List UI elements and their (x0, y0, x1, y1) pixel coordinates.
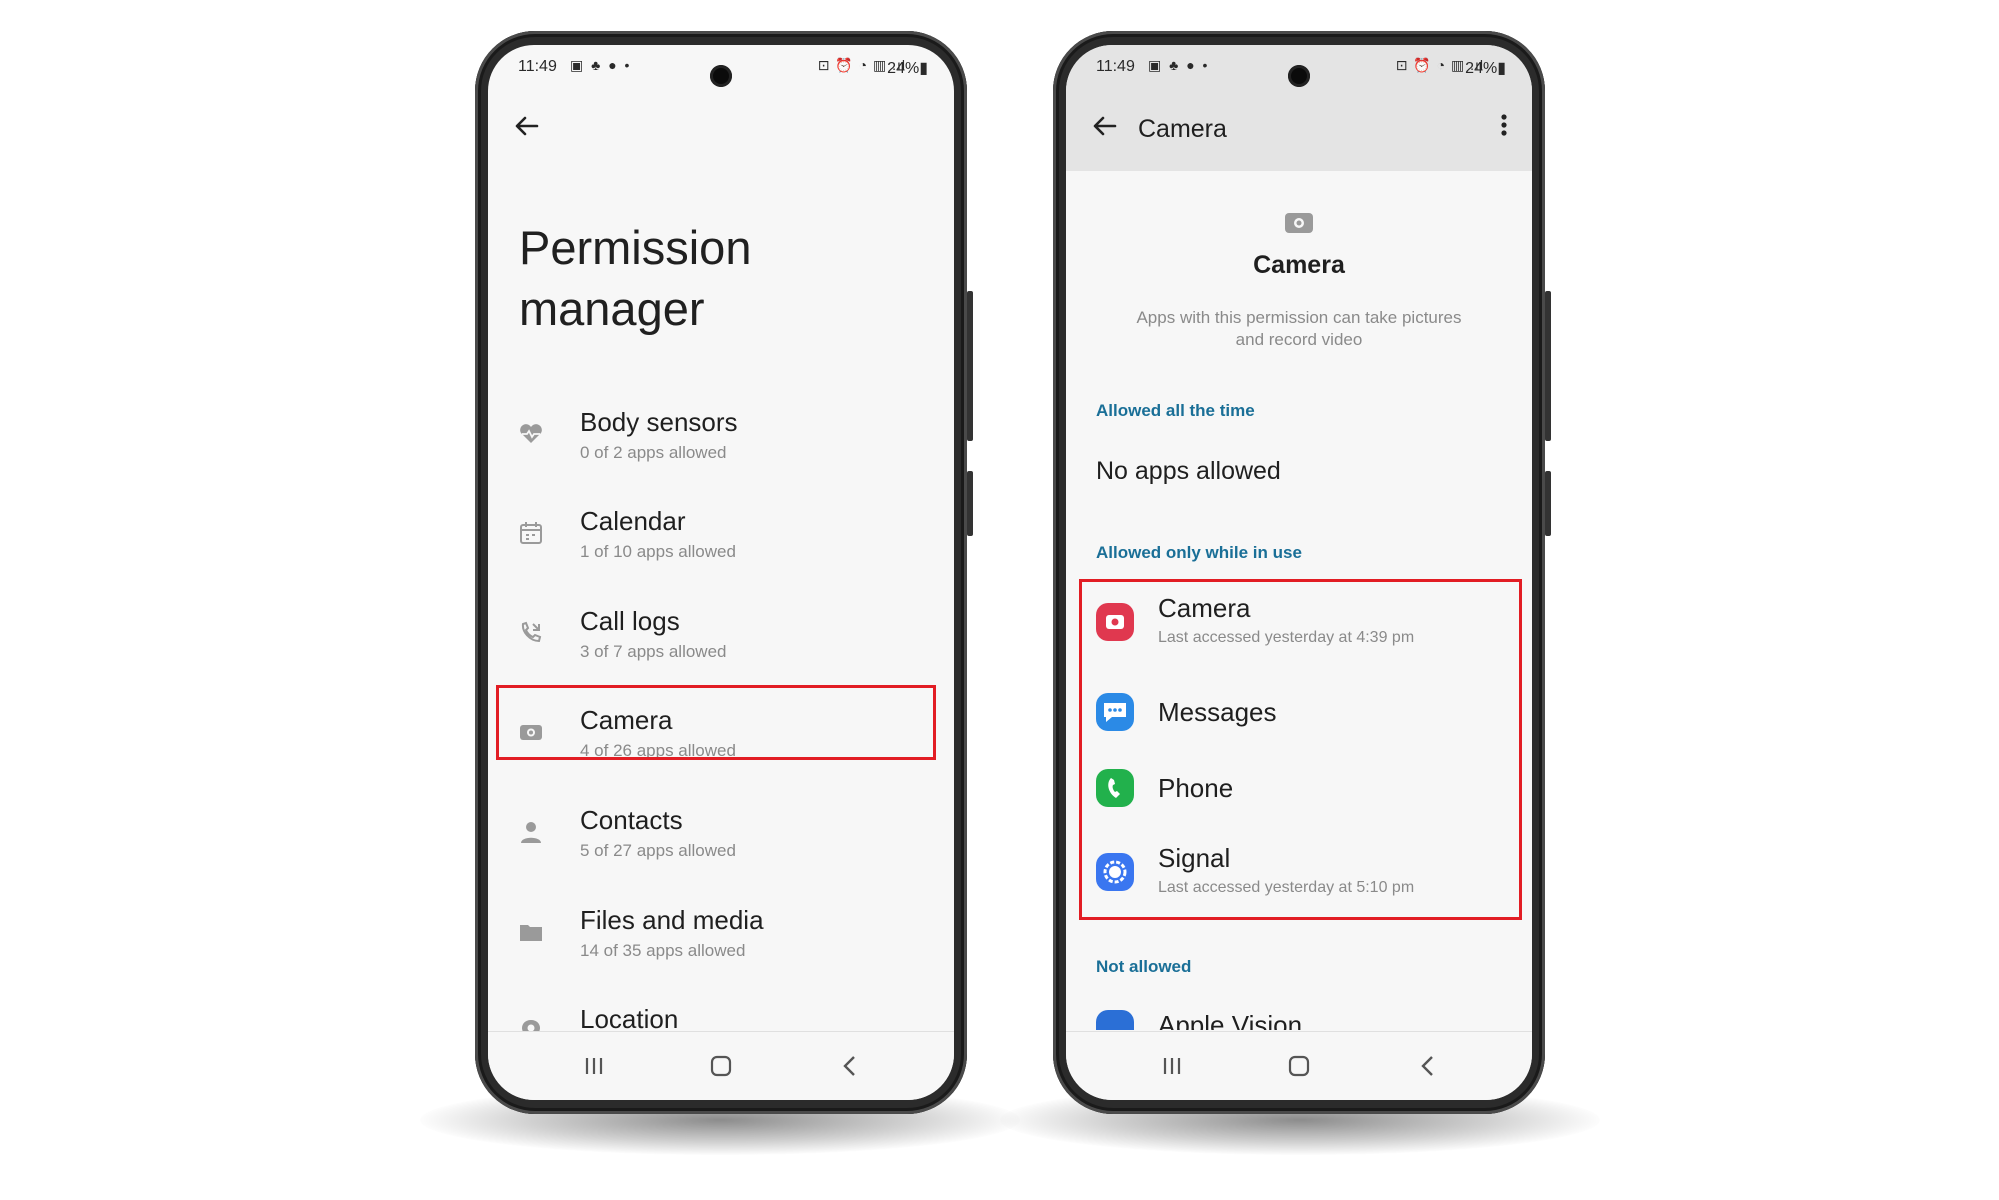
battery-indicator: 24%▮ (1465, 60, 1506, 77)
back-nav-icon[interactable] (1412, 1050, 1444, 1082)
call-log-icon (521, 621, 542, 643)
app-bar (488, 89, 954, 171)
back-arrow-icon[interactable] (512, 111, 542, 141)
permission-item-files-and-media[interactable]: Files and media 14 of 35 apps allowed (488, 899, 954, 977)
permission-count: 3 of 7 apps allowed (580, 642, 727, 661)
status-time: 11:49 (518, 58, 557, 75)
section-allowed-while-in-use: Allowed only while in use (1096, 543, 1302, 562)
left-phone: 11:49 ▣ ♣ ● • ⊡ ⏰ ◔ ▥ .ıl 24%▮ Permissio… (475, 31, 973, 1114)
permission-description: Apps with this permission can take pictu… (1136, 308, 1462, 349)
permission-label: Files and media (580, 905, 764, 935)
permission-item-calendar[interactable]: Calendar 1 of 10 apps allowed (488, 500, 954, 578)
no-apps-allowed-text: No apps allowed (1096, 457, 1281, 485)
section-allowed-all-the-time: Allowed all the time (1096, 401, 1255, 420)
right-screen: 11:49 ▣ ♣ ● • ⊡ ⏰ ◔ ▥ .ıl 24%▮ Camera Ca… (1066, 45, 1532, 1100)
right-phone-power-button (1545, 471, 1551, 536)
status-time: 11:49 (1096, 58, 1135, 75)
app-label: Apple Vision (1158, 1010, 1303, 1030)
notification-icons: ▣ ♣ ● • (1148, 57, 1210, 73)
recents-icon[interactable] (578, 1050, 610, 1082)
right-phone: 11:49 ▣ ♣ ● • ⊡ ⏰ ◔ ▥ .ıl 24%▮ Camera Ca… (1053, 31, 1551, 1114)
more-options-icon[interactable] (1494, 109, 1514, 141)
permission-label: Call logs (580, 606, 680, 636)
permission-count: 1 of 10 apps allowed (580, 542, 736, 561)
system-nav-bar (488, 1031, 954, 1100)
allowed-apps-highlight-box (1079, 579, 1522, 920)
permission-count: 5 of 27 apps allowed (580, 841, 736, 860)
front-camera (710, 65, 732, 87)
permission-label: Calendar (580, 506, 686, 536)
battery-indicator: 24%▮ (887, 60, 928, 77)
permission-count: 14 of 35 apps allowed (580, 941, 746, 960)
notification-icons: ▣ ♣ ● • (570, 57, 632, 73)
back-nav-icon[interactable] (834, 1050, 866, 1082)
permission-item-body-sensors[interactable]: Body sensors 0 of 2 apps allowed (488, 401, 954, 479)
apple-vision-app-icon (1096, 1010, 1134, 1030)
left-phone-side-button (967, 291, 973, 441)
permission-title: Camera (1253, 251, 1345, 279)
front-camera (1288, 65, 1310, 87)
permission-item-call-logs[interactable]: Call logs 3 of 7 apps allowed (488, 600, 954, 678)
camera-header-icon (1285, 213, 1313, 233)
right-phone-side-button (1545, 291, 1551, 441)
left-screen: 11:49 ▣ ♣ ● • ⊡ ⏰ ◔ ▥ .ıl 24%▮ Permissio… (488, 45, 954, 1100)
person-icon (521, 822, 541, 843)
home-icon[interactable] (705, 1050, 737, 1082)
permission-label: Contacts (580, 805, 683, 835)
home-icon[interactable] (1283, 1050, 1315, 1082)
app-bar: Camera (1066, 89, 1532, 171)
section-not-allowed: Not allowed (1096, 957, 1192, 976)
permission-label: Body sensors (580, 407, 738, 437)
left-phone-power-button (967, 471, 973, 536)
folder-icon (520, 925, 542, 941)
camera-highlight-box (496, 685, 936, 760)
permission-count: 0 of 2 apps allowed (580, 443, 727, 462)
recents-icon[interactable] (1156, 1050, 1188, 1082)
heart-pulse-icon (520, 424, 542, 443)
app-bar-title: Camera (1138, 115, 1227, 143)
permission-item-contacts[interactable]: Contacts 5 of 27 apps allowed (488, 799, 954, 877)
page-title: Permission manager (519, 221, 752, 335)
back-arrow-icon[interactable] (1090, 111, 1120, 141)
calendar-icon (520, 522, 542, 544)
system-nav-bar (1066, 1031, 1532, 1100)
app-item-apple-vision[interactable]: Apple Vision (1066, 1000, 1532, 1030)
